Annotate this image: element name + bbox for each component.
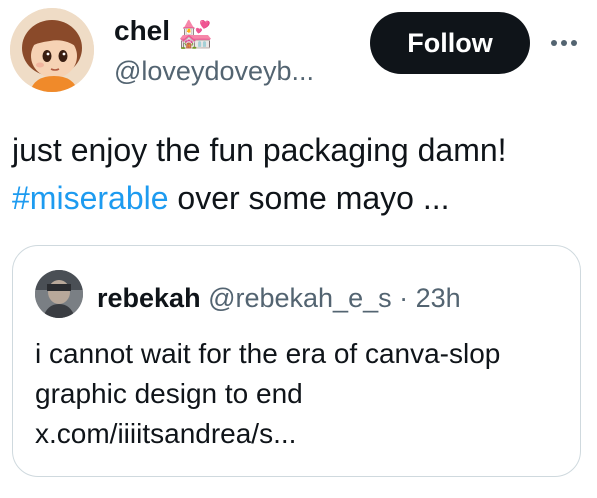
avatar-illustration-icon — [10, 8, 94, 92]
more-horizontal-icon — [551, 40, 577, 46]
quoted-tweet[interactable]: rebekah @rebekah_e_s · 23h i cannot wait… — [12, 245, 581, 477]
quote-author-avatar[interactable] — [35, 270, 83, 318]
wedding-chapel-icon: 💒 — [178, 18, 213, 49]
quote-author-name[interactable]: rebekah — [97, 283, 201, 313]
tweet-card: chel 💒 @loveydoveyb... Follow just enjoy … — [0, 0, 597, 498]
author-avatar[interactable] — [10, 8, 94, 92]
tweet-text-start: just enjoy the fun packaging damn! — [12, 132, 507, 168]
author-name-text: chel — [114, 15, 171, 46]
tweet-text: just enjoy the fun packaging damn! #mise… — [12, 126, 587, 222]
author-handle[interactable]: @loveydoveyb... — [114, 54, 314, 88]
tweet-text-end: over some mayo ... — [168, 180, 450, 216]
author-display-name[interactable]: chel 💒 — [114, 14, 213, 51]
hashtag-link[interactable]: #miserable — [12, 180, 169, 216]
quote-author-handle[interactable]: @rebekah_e_s — [208, 283, 392, 313]
quote-timestamp[interactable]: 23h — [416, 283, 461, 313]
more-options-button[interactable] — [544, 28, 584, 58]
quote-avatar-photo-icon — [35, 270, 83, 318]
quote-separator: · — [399, 283, 409, 313]
quote-text: i cannot wait for the era of canva-slop … — [35, 338, 501, 449]
follow-button[interactable]: Follow — [370, 12, 530, 74]
quote-header: rebekah @rebekah_e_s · 23h — [97, 282, 461, 314]
